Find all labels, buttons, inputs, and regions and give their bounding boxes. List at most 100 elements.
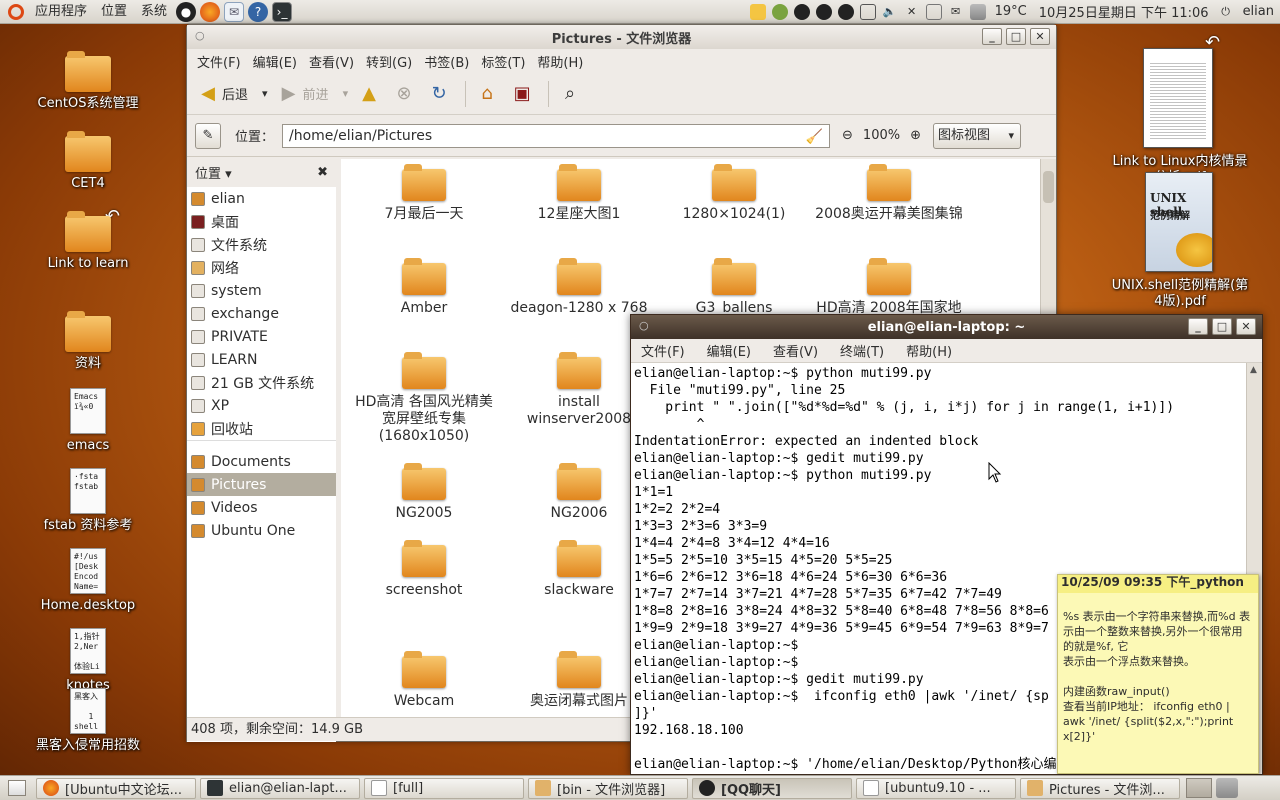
firefox-icon[interactable] [200,1,221,22]
qq-tray-icon[interactable] [793,3,810,20]
power-icon[interactable]: ⏻ [1218,4,1234,20]
sidebar-item-desktop[interactable]: 桌面 [187,210,336,233]
menu-places[interactable]: 位置 [94,0,134,24]
location-input[interactable]: /home/elian/Pictures 🧹 [282,123,831,148]
scroll-up-icon[interactable]: ▲ [1250,365,1257,375]
folder-item[interactable]: screenshot [349,539,499,599]
zoom-in-icon[interactable]: ⊕ [910,128,921,143]
terminal-titlebar[interactable]: ○ elian@elian-laptop: ~ _ □ ✕ [631,315,1262,339]
sidebar-item-learn[interactable]: LEARN [187,348,336,371]
zoom-out-icon[interactable]: ⊖ [842,128,853,143]
sidebar-item-xp[interactable]: XP [187,394,336,417]
scrollbar-thumb[interactable] [1043,171,1054,203]
notification-icon[interactable] [749,3,766,20]
desktop-icon-centos[interactable]: CentOS系统管理 [18,51,158,112]
menu-tabs[interactable]: 标签(T) [475,52,531,71]
network-icon[interactable]: ✕ [904,4,920,20]
pdf-thumbnail-linux-kernel[interactable] [1143,48,1213,148]
desktop-icon-hacker[interactable]: 黑客入 1 shell 黑客入侵常用招数 [18,688,158,754]
folder-item[interactable]: HD高清 2008年国家地 [814,257,964,317]
taskbar-item-qq-chat[interactable]: [QQ聊天] [692,777,852,799]
folder-item[interactable]: 2008奥运开幕美图集锦 [814,163,964,223]
folder-item[interactable]: 12星座大图1 [504,163,654,223]
menu-view[interactable]: 查看(V) [767,341,824,360]
update-icon[interactable] [771,3,788,20]
chevron-down-icon[interactable]: ▾ [262,87,268,100]
menu-terminal[interactable]: 终端(T) [834,341,890,360]
sidebar-item-21gb[interactable]: 21 GB 文件系统 [187,371,336,394]
qq-tray-icon-2[interactable] [815,3,832,20]
back-button[interactable]: ◀ 后退 ▾ [193,78,272,110]
desktop-icon-ziliao[interactable]: 资料 [18,311,158,372]
menu-edit[interactable]: 编辑(E) [247,52,303,71]
file-browser-titlebar[interactable]: ○ Pictures - 文件浏览器 _ □ ✕ [187,25,1056,49]
sidebar-item-ubuntu-one[interactable]: Ubuntu One [187,519,336,542]
folder-item[interactable]: HD高清 各国风光精美宽屏壁纸专集(1680x1050) [349,351,499,445]
taskbar-item-pictures-browser[interactable]: Pictures - 文件浏... [1020,777,1180,799]
workspace-switcher[interactable] [1186,778,1212,798]
desktop-icon-link-to-learn[interactable]: ↶ Link to learn [18,206,158,272]
sidebar-item-trash[interactable]: 回收站 [187,417,336,440]
sidebar-header[interactable]: 位置 ▾ ✖ [187,159,336,185]
terminal-icon[interactable]: ›_ [272,1,293,22]
desktop-icon-emacs[interactable]: Emacs ï¾«0 emacs [18,388,158,454]
home-button[interactable]: ⌂ [472,78,505,110]
ubuntu-logo-icon[interactable] [8,3,24,20]
close-button[interactable]: ✕ [1236,318,1256,335]
toggle-location-edit-button[interactable]: ✎ [195,122,221,149]
user-name[interactable]: elian [1237,4,1280,19]
qq-tray-icon-3[interactable] [837,3,854,20]
window-menu-icon[interactable]: ○ [195,29,205,42]
search-button[interactable]: ⌕ [555,78,588,110]
menu-view[interactable]: 查看(V) [303,52,360,71]
minimize-button[interactable]: _ [1188,318,1208,335]
sidebar-item-home[interactable]: elian [187,187,336,210]
trash-applet-icon[interactable] [1216,778,1238,798]
desktop-icon-cet4[interactable]: CET4 [18,131,158,192]
network-manager-icon[interactable] [925,3,942,20]
sticky-note-body[interactable]: %s 表示由一个字符串来替换,而%d 表示由一个整数来替换,另外一个很常用的就是… [1058,593,1258,748]
sidebar-item-network[interactable]: 网络 [187,256,336,279]
window-menu-icon[interactable]: ○ [639,319,649,332]
folder-item[interactable]: Webcam [349,650,499,710]
battery-icon[interactable] [859,3,876,20]
maximize-button[interactable]: □ [1006,28,1026,45]
taskbar-item-forum[interactable]: [Ubuntu中文论坛... [36,777,196,799]
mail-indicator-icon[interactable]: ✉ [948,4,964,20]
sidebar-item-videos[interactable]: Videos [187,496,336,519]
maximize-button[interactable]: □ [1212,318,1232,335]
minimize-button[interactable]: _ [982,28,1002,45]
view-mode-select[interactable]: 图标视图 ▾ [933,122,1021,149]
desktop-icon-home-desktop[interactable]: #!/us [Desk Encod Name= Home.desktop [18,548,158,614]
show-desktop-icon[interactable] [8,780,26,796]
sticky-note[interactable]: 10/25/09 09:35 下午_python %s 表示由一个字符串来替换,… [1057,574,1259,774]
up-button[interactable]: ▲ [354,78,387,110]
sidebar-item-documents[interactable]: Documents [187,450,336,473]
folder-item[interactable]: G3_ballens [659,257,809,317]
menu-system[interactable]: 系统 [134,0,174,24]
menu-help[interactable]: 帮助(H) [900,341,958,360]
help-icon[interactable]: ? [248,1,269,22]
reload-button[interactable]: ↻ [424,78,457,110]
clock[interactable]: 10月25日星期日 下午 11:06 [1033,2,1215,21]
sidebar-item-pictures[interactable]: Pictures [187,473,336,496]
menu-bookmarks[interactable]: 书签(B) [418,52,475,71]
sidebar-item-filesystem[interactable]: 文件系统 [187,233,336,256]
taskbar-item-terminal[interactable]: elian@elian-lapt... [200,777,360,799]
close-sidebar-icon[interactable]: ✖ [317,165,328,180]
menu-file[interactable]: 文件(F) [191,52,247,71]
folder-item[interactable]: 7月最后一天 [349,163,499,223]
clear-icon[interactable]: 🧹 [806,126,823,148]
pdf-thumbnail-unix-shell[interactable]: UNIX shell 范例精解 [1145,172,1213,272]
menu-applications[interactable]: 应用程序 [28,0,94,24]
zoom-level[interactable]: 100% [863,128,900,143]
taskbar-item-ubuntu910[interactable]: [ubuntu9.10 - ... [856,777,1016,799]
computer-button[interactable]: ▣ [507,78,540,110]
menu-edit[interactable]: 编辑(E) [701,341,757,360]
folder-item[interactable]: deagon-1280 x 768 [504,257,654,317]
desktop-icon-label-unix-shell[interactable]: UNIX.shell范例精解(第4版).pdf [1108,278,1252,310]
sticky-note-header[interactable]: 10/25/09 09:35 下午_python [1058,575,1258,593]
forward-button[interactable]: ▶ 前进 ▾ [274,78,353,110]
menu-file[interactable]: 文件(F) [635,341,691,360]
sidebar-item-exchange[interactable]: exchange [187,302,336,325]
